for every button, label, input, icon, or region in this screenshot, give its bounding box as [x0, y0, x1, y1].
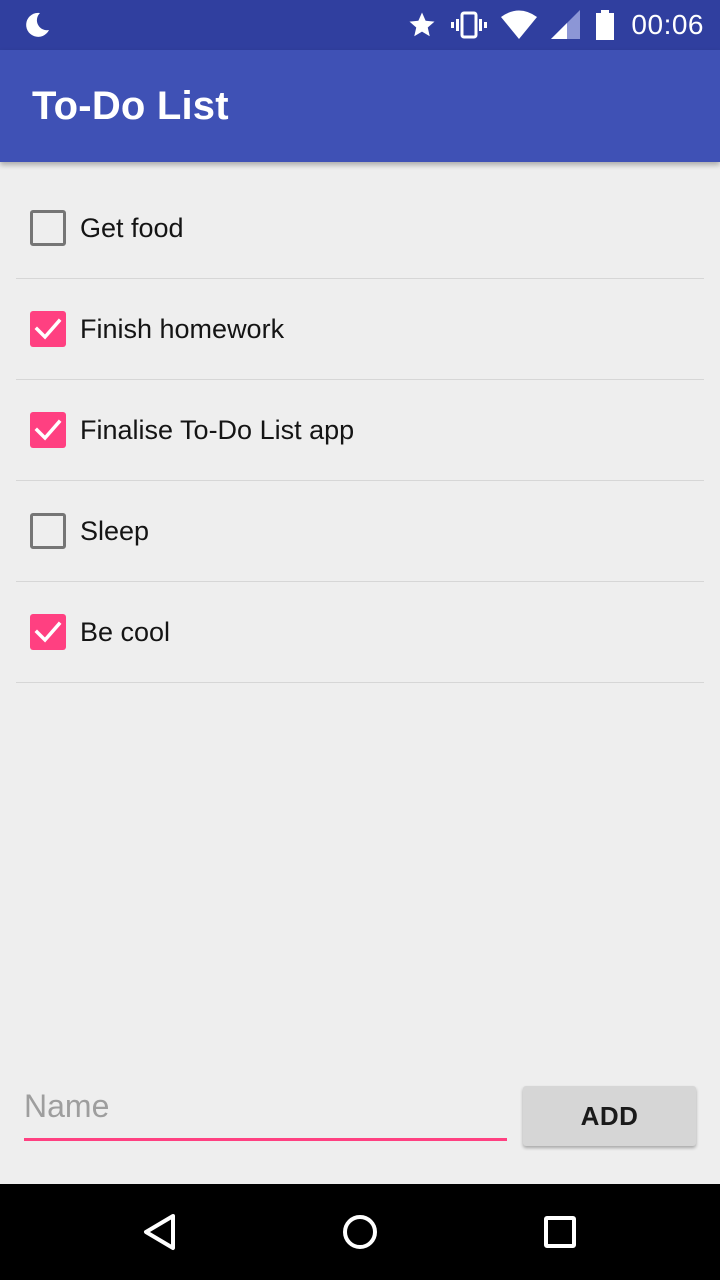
check-icon — [34, 318, 62, 340]
name-field-wrapper — [24, 1080, 507, 1141]
back-icon[interactable] — [136, 1208, 184, 1256]
name-input[interactable] — [24, 1080, 507, 1141]
todo-checkbox[interactable] — [30, 412, 66, 448]
app-bar: To-Do List — [0, 50, 720, 162]
status-time: 00:06 — [631, 9, 704, 40]
todo-label: Be cool — [80, 616, 171, 647]
recents-icon[interactable] — [536, 1208, 584, 1256]
status-bar: 00:06 — [0, 0, 720, 50]
todo-label: Finalise To-Do List app — [80, 414, 355, 445]
moon-icon — [26, 12, 49, 37]
todo-item[interactable]: Get food — [16, 178, 704, 279]
app-title: To-Do List — [32, 84, 229, 128]
todo-checkbox[interactable] — [30, 513, 66, 549]
todo-label: Finish homework — [80, 313, 285, 344]
signal-icon — [551, 10, 581, 39]
todo-list: Get food Finish homework Finalise To-Do … — [16, 178, 704, 683]
vibrate-icon — [451, 11, 488, 39]
check-icon — [34, 621, 62, 643]
status-icons: 00:06 — [407, 0, 704, 50]
todo-item[interactable]: Finish homework — [16, 279, 704, 380]
star-icon — [409, 12, 435, 37]
todo-label: Sleep — [80, 515, 150, 546]
home-icon[interactable] — [336, 1208, 384, 1256]
todo-checkbox[interactable] — [30, 311, 66, 347]
battery-icon — [596, 10, 615, 40]
add-button[interactable]: ADD — [523, 1086, 696, 1146]
todo-checkbox[interactable] — [30, 210, 66, 246]
todo-checkbox[interactable] — [30, 614, 66, 650]
todo-item[interactable]: Be cool — [16, 582, 704, 683]
check-icon — [34, 419, 62, 441]
todo-item[interactable]: Sleep — [16, 481, 704, 582]
wifi-icon — [501, 10, 538, 39]
todo-label: Get food — [80, 212, 184, 243]
nav-bar — [0, 1184, 720, 1280]
screen: 00:06 To-Do List Get food Finish homewor… — [0, 0, 720, 1280]
todo-item[interactable]: Finalise To-Do List app — [16, 380, 704, 481]
